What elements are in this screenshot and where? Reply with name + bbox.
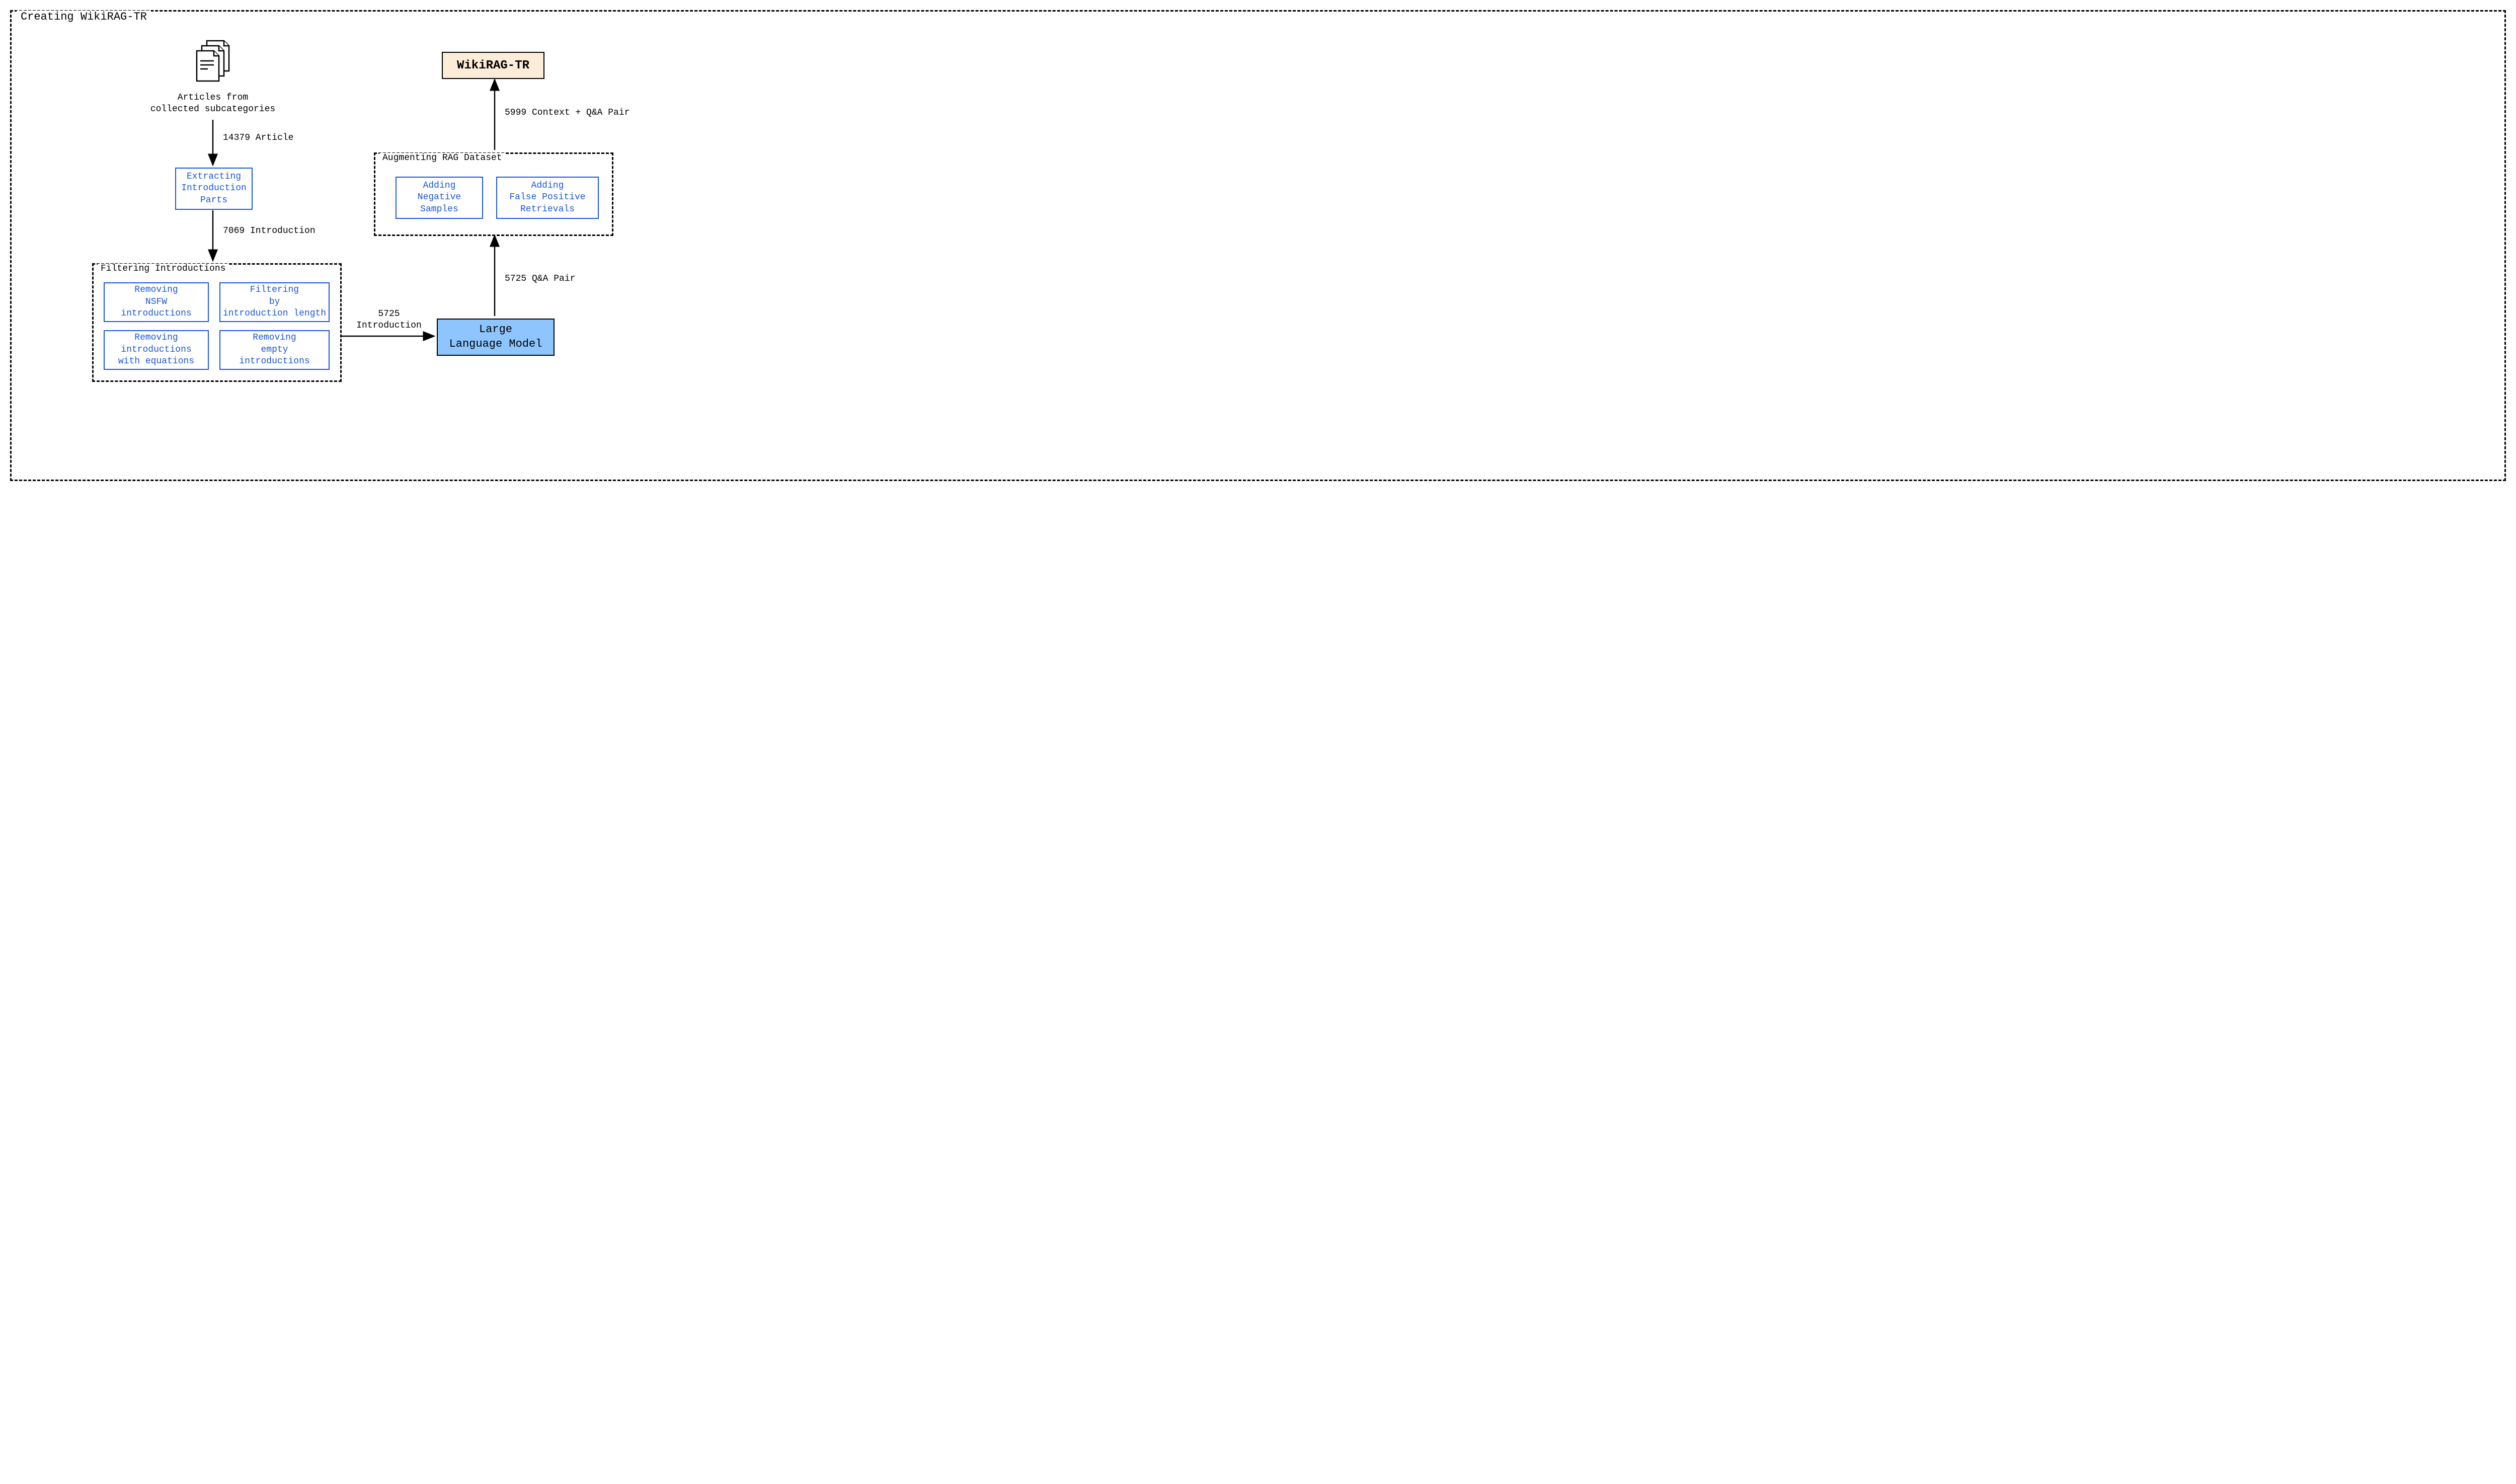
aug-negative: Adding Negative Samples <box>396 177 483 219</box>
edge-label-2: 7069 Introduction <box>223 225 316 237</box>
arrows-layer <box>27 22 751 464</box>
llm-box: Large Language Model <box>437 319 555 356</box>
edge-label-4: 5725 Q&A Pair <box>505 273 575 285</box>
filter-nsfw: Removing NSFW introductions <box>104 282 209 322</box>
edge-label-5: 5999 Context + Q&A Pair <box>505 107 630 119</box>
outer-container: Creating WikiRAG-TR Articles from col <box>10 10 2506 481</box>
filter-empty: Removing empty introductions <box>219 330 330 370</box>
extract-box: Extracting Introduction Parts <box>175 168 253 210</box>
filtering-group-title: Filtering Introductions <box>98 264 228 274</box>
edge-label-1: 14379 Article <box>223 132 293 144</box>
canvas: Articles from collected subcategories 14… <box>27 22 751 464</box>
augmenting-group-title: Augmenting RAG Dataset <box>379 153 505 163</box>
articles-label: Articles from collected subcategories <box>147 92 278 116</box>
filter-length: Filtering by introduction length <box>219 282 330 322</box>
filter-equations: Removing introductions with equations <box>104 330 209 370</box>
output-box: WikiRAG-TR <box>442 52 544 79</box>
filtering-group: Filtering Introductions Removing NSFW in… <box>92 263 342 382</box>
edge-label-3: 5725 Introduction <box>354 308 424 332</box>
aug-false-positive: Adding False Positive Retrievals <box>496 177 599 219</box>
augmenting-group: Augmenting RAG Dataset Adding Negative S… <box>374 152 613 236</box>
